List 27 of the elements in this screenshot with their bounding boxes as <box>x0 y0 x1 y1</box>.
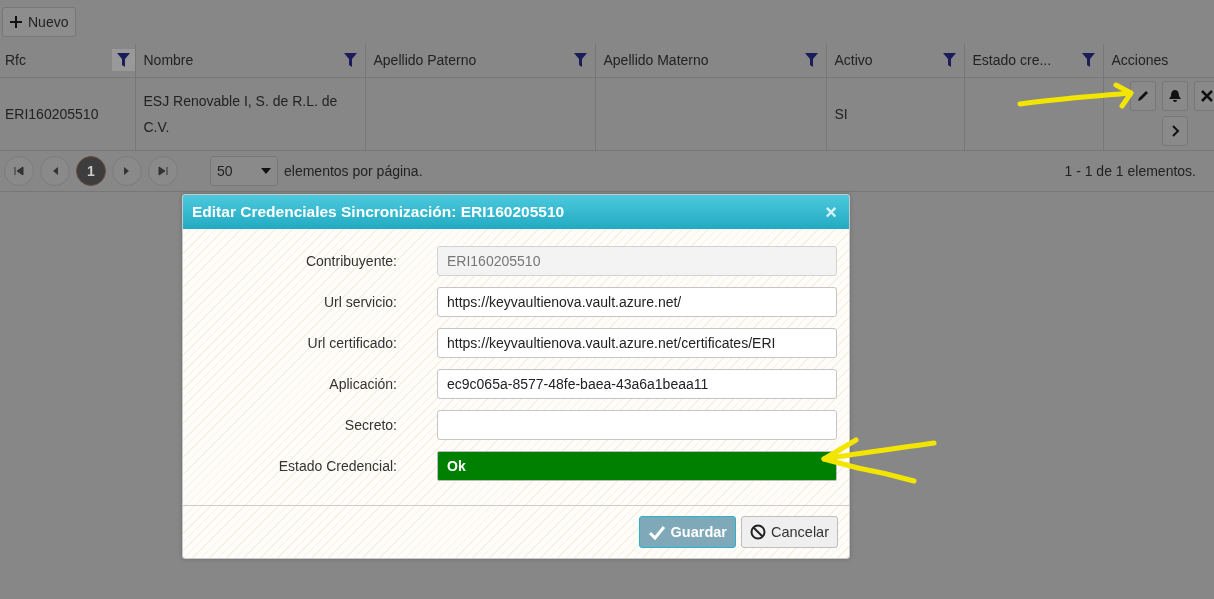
column-title: Apellido Paterno <box>373 52 477 69</box>
page-size-label: elementos por página. <box>284 162 423 179</box>
dialog-title: Editar Credenciales Sincronización: ERI160205510 <box>192 203 565 221</box>
column-title: Apellido Materno <box>603 52 709 69</box>
field-label: Url certificado: <box>306 335 397 351</box>
table-cell: SI <box>834 105 848 122</box>
input-field[interactable]: ec9c065a-8577-48fe-baea-43a6a1beaa11 <box>437 369 837 399</box>
input-field[interactable]: https://keyvaultienova.vault.azure.net/ <box>437 287 837 317</box>
column-title: Estado cre... <box>972 52 1052 69</box>
input-field[interactable]: https://keyvaultienova.vault.azure.net/certificates/ERI <box>437 328 837 358</box>
status-field: Ok <box>437 451 837 481</box>
column-title: Rfc <box>5 52 26 69</box>
pager-info: 1 - 1 de 1 elementos. <box>1064 162 1196 179</box>
field-label: Contribuyente: <box>304 253 397 269</box>
field-label: Url servicio: <box>322 294 397 310</box>
table-cell: ERI160205510 <box>5 105 99 122</box>
table-cell: ESJ Renovable I, S. de R.L. de C.V. <box>143 92 338 135</box>
page-size-dropdown[interactable]: 50 <box>210 155 278 186</box>
column-title: Acciones <box>1111 52 1169 69</box>
page-button[interactable]: 1 <box>76 155 106 186</box>
column-title: Activo <box>834 52 873 69</box>
field-label: Aplicación: <box>328 376 397 392</box>
cancel-button[interactable]: Cancelar <box>740 516 838 548</box>
field-label: Secreto: <box>343 417 397 433</box>
column-title: Nombre <box>143 52 194 69</box>
field-label: Estado Credencial: <box>277 458 397 474</box>
new-button[interactable]: Nuevo <box>2 7 77 37</box>
